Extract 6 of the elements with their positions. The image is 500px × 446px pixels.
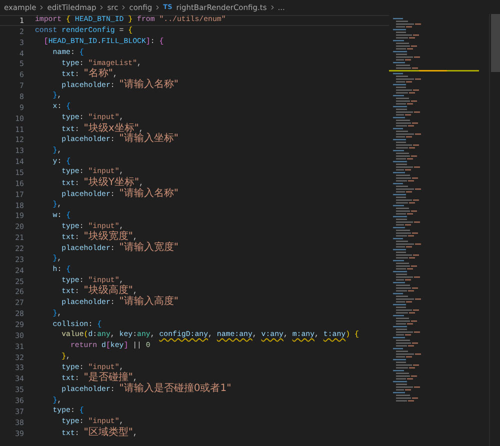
chevron-icon <box>268 4 276 10</box>
chevron-icon <box>154 4 162 10</box>
chevron-icon <box>98 4 106 10</box>
scrollbar-thumb[interactable] <box>491 14 500 72</box>
chevron-icon <box>120 4 128 10</box>
chevron-icon <box>38 4 46 10</box>
